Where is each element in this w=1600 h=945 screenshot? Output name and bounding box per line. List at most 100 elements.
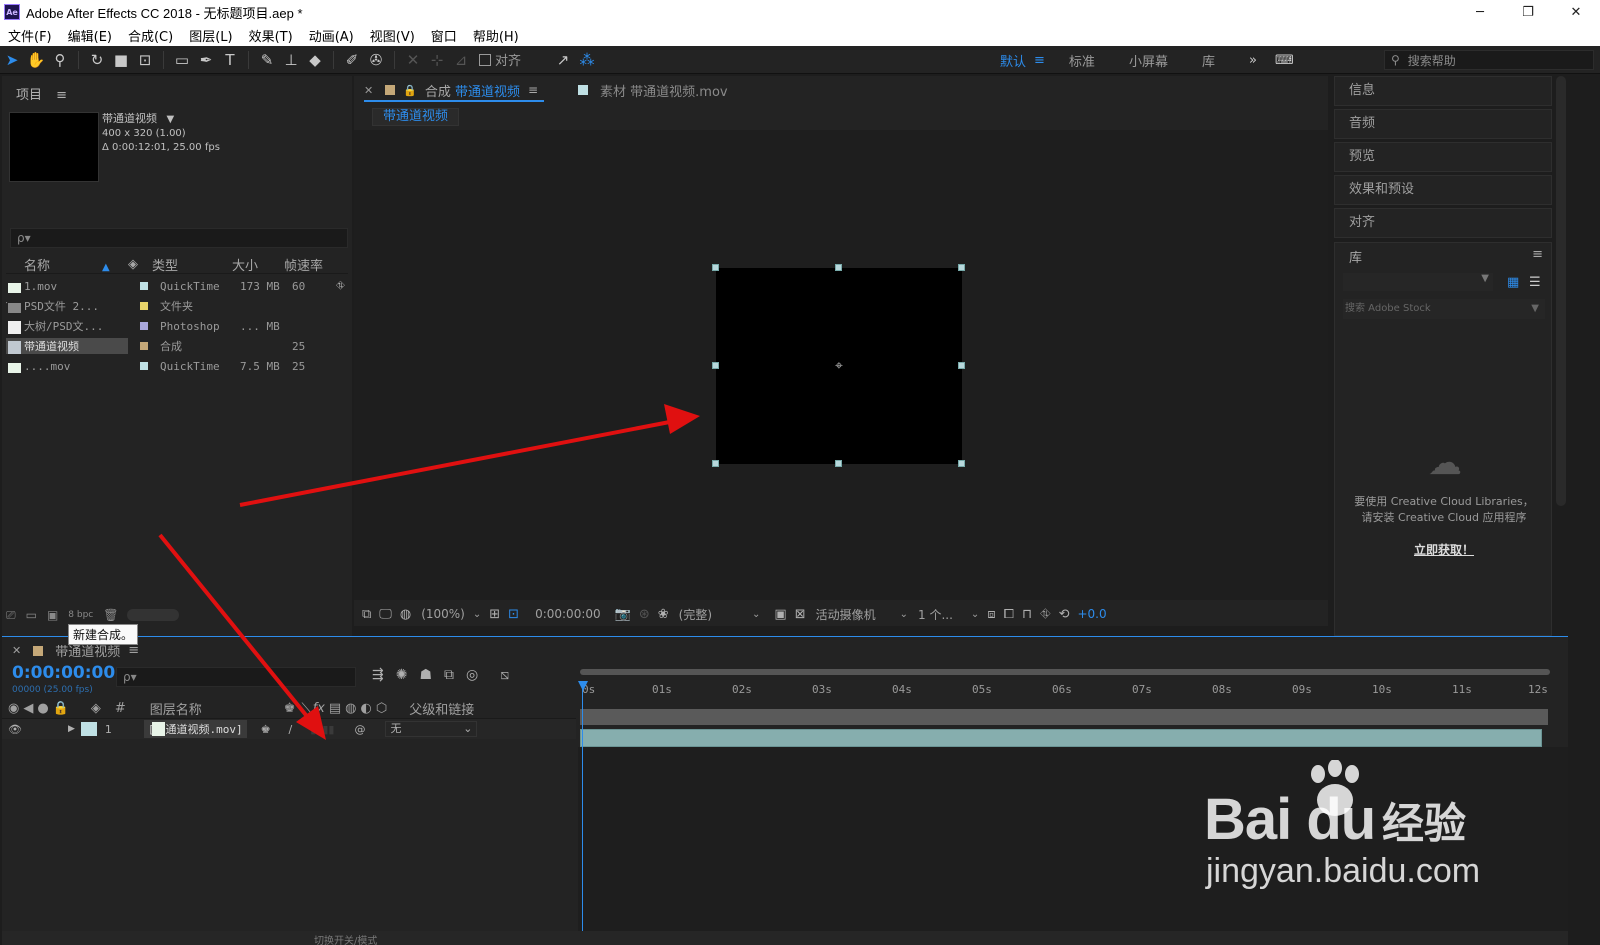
timeline-current-time[interactable]: 0:00:00:00 xyxy=(12,663,115,683)
color-channels-icon[interactable]: ❀ xyxy=(658,607,669,622)
footage-tab[interactable]: 素材 带通道视频.mov xyxy=(578,81,728,100)
timeline-panel-menu-icon[interactable]: ≡ xyxy=(128,643,139,658)
close-button[interactable]: ✕ xyxy=(1552,0,1600,24)
new-composition-icon[interactable]: ▣ xyxy=(47,608,58,622)
pick-whip-icon[interactable]: @ xyxy=(354,723,365,736)
label-column-icon[interactable]: ◈ xyxy=(91,701,101,716)
transform-handle[interactable] xyxy=(712,460,719,467)
pixel-aspect-icon[interactable]: ⧈ xyxy=(987,607,995,622)
shy-switch-icon[interactable]: ♚ xyxy=(284,701,296,716)
menu-edit[interactable]: 编辑(E) xyxy=(68,26,112,45)
audio-panel-tab[interactable]: 音频 xyxy=(1334,109,1552,139)
anchor-point-icon[interactable]: ⌖ xyxy=(832,359,846,373)
roto-brush-tool-icon[interactable]: ✐ xyxy=(340,49,364,71)
parent-dropdown[interactable]: 无 ⌄ xyxy=(385,721,478,737)
toggle-switches-modes-button[interactable]: 切换开关/模式 xyxy=(314,932,377,945)
project-bit-depth[interactable]: 8 bpc xyxy=(68,610,93,620)
zoom-tool-icon[interactable]: ⚲ xyxy=(48,49,72,71)
preview-panel-tab[interactable]: 预览 xyxy=(1334,142,1552,172)
pan-behind-tool-icon[interactable]: ⊡ xyxy=(133,49,157,71)
eye-icon[interactable]: 👁 xyxy=(8,723,22,736)
transform-handle[interactable] xyxy=(835,264,842,271)
column-fps[interactable]: 帧速率 xyxy=(284,255,340,274)
snapshot-icon[interactable]: 📷 xyxy=(615,607,631,622)
solo-icon[interactable]: ● xyxy=(37,701,48,716)
text-tool-icon[interactable]: T xyxy=(218,49,242,71)
composition-breadcrumb[interactable]: 带通道视频 xyxy=(372,108,460,126)
close-tab-icon[interactable]: ✕ xyxy=(364,84,373,97)
flowchart-icon[interactable]: ⛗ xyxy=(1040,607,1050,622)
always-preview-icon[interactable]: ⧉ xyxy=(362,607,371,622)
layer-expand-arrow-icon[interactable]: ▶ xyxy=(68,724,75,734)
lock-icon[interactable]: 🔒 xyxy=(53,701,69,716)
menu-effect[interactable]: 效果(T) xyxy=(249,26,293,45)
menu-composition[interactable]: 合成(C) xyxy=(128,26,173,45)
timeline-search-input[interactable]: ρ▾ xyxy=(116,667,356,687)
thumbnail-size-slider[interactable] xyxy=(126,609,179,621)
menu-view[interactable]: 视图(V) xyxy=(370,26,415,45)
parent-link-column[interactable]: 父级和链接 xyxy=(409,699,474,718)
layer-switch-boxes[interactable]: ▮▮▮▮ xyxy=(310,723,334,736)
motion-blur-icon[interactable]: ◎ xyxy=(466,667,478,683)
brush-tool-icon[interactable]: ✎ xyxy=(255,49,279,71)
effects-presets-panel-tab[interactable]: 效果和预设 xyxy=(1334,175,1552,205)
trash-icon[interactable]: 🗑 xyxy=(103,608,118,622)
safe-zones-icon[interactable]: ⊞ xyxy=(489,607,500,622)
column-size[interactable]: 大小 xyxy=(232,255,284,274)
label-color-swatch[interactable] xyxy=(140,322,148,330)
label-color-swatch[interactable] xyxy=(140,302,148,310)
transform-handle[interactable] xyxy=(712,264,719,271)
project-item[interactable]: 大树/PSD文... Photoshop ... MB xyxy=(6,316,348,336)
project-item-selected[interactable]: 带通道视频 合成 25 xyxy=(6,336,348,356)
workspace-small-screen[interactable]: 小屏幕 xyxy=(1129,51,1168,70)
frame-blend-switch-icon[interactable]: ▤ xyxy=(329,701,341,716)
view-axis-icon[interactable]: ⊿ xyxy=(449,49,473,71)
project-tab[interactable]: 项目 ≡ xyxy=(16,84,67,103)
column-name[interactable]: 名称 ▲ xyxy=(6,255,128,274)
composition-canvas[interactable]: ⌖ xyxy=(712,264,965,467)
label-color-swatch[interactable] xyxy=(140,342,148,350)
composition-panel-menu-icon[interactable]: ≡ xyxy=(528,83,538,97)
frame-blending-icon[interactable]: ⧉ xyxy=(444,667,454,683)
dropdown-icon[interactable]: ▼ xyxy=(167,114,175,125)
region-of-interest-icon[interactable]: ▣ xyxy=(774,607,786,622)
transform-handle[interactable] xyxy=(958,362,965,369)
composition-viewer[interactable]: ⌖ xyxy=(354,130,1328,600)
project-search-input[interactable]: ρ▾ xyxy=(10,228,348,248)
flowchart-icon[interactable]: ⛗ xyxy=(336,279,345,293)
grid-view-icon[interactable]: ▦ xyxy=(1507,275,1519,290)
workspace-libraries[interactable]: 库 xyxy=(1202,51,1215,70)
transform-handle[interactable] xyxy=(958,264,965,271)
view-layout-dropdown[interactable]: 1 个... ⌄ xyxy=(918,606,979,623)
composition-tab[interactable]: 合成 带通道视频 xyxy=(425,81,520,100)
pen-tool-icon[interactable]: ✒ xyxy=(194,49,218,71)
motion-blur-switch-icon[interactable]: ◍ xyxy=(345,701,356,716)
layer-name-column[interactable]: 图层名称 xyxy=(150,699,202,718)
workspace-standard[interactable]: 标准 xyxy=(1069,51,1095,70)
workspace-default[interactable]: 默认 xyxy=(1000,51,1026,70)
project-item[interactable]: ▶PSD文件 2... 文件夹 xyxy=(6,296,348,316)
restore-button[interactable]: ❐ xyxy=(1504,0,1552,24)
snapping-icon[interactable]: ↗ xyxy=(551,49,575,71)
snap-grid-icon[interactable]: ⁂ xyxy=(575,49,599,71)
menu-help[interactable]: 帮助(H) xyxy=(473,26,519,45)
selection-tool-icon[interactable]: ➤ xyxy=(0,49,24,71)
puppet-tool-icon[interactable]: ✇ xyxy=(364,49,388,71)
transform-handle[interactable] xyxy=(835,460,842,467)
label-column-icon[interactable]: ◈ xyxy=(128,257,152,272)
label-color-swatch[interactable] xyxy=(140,282,148,290)
workspace-more-icon[interactable]: » xyxy=(1249,53,1257,68)
info-panel-tab[interactable]: 信息 xyxy=(1334,76,1552,106)
composition-mini-flowchart-icon[interactable]: ⇶ xyxy=(372,667,384,683)
reset-exposure-icon[interactable]: ⟲ xyxy=(1059,607,1070,622)
help-search-input[interactable]: ⚲ 搜索帮助 xyxy=(1384,50,1594,70)
layer-duration-bar[interactable] xyxy=(580,729,1542,747)
3d-layer-switch-icon[interactable]: ⬡ xyxy=(376,701,387,716)
shy-layers-icon[interactable]: ☗ xyxy=(419,667,432,683)
align-panel-tab[interactable]: 对齐 xyxy=(1334,208,1552,238)
eraser-tool-icon[interactable]: ◆ xyxy=(303,49,327,71)
menu-window[interactable]: 窗口 xyxy=(431,26,457,45)
rectangle-tool-icon[interactable]: ▭ xyxy=(170,49,194,71)
audio-toggle-icon[interactable]: ◀ xyxy=(23,701,33,716)
minimize-button[interactable]: ─ xyxy=(1456,0,1504,24)
